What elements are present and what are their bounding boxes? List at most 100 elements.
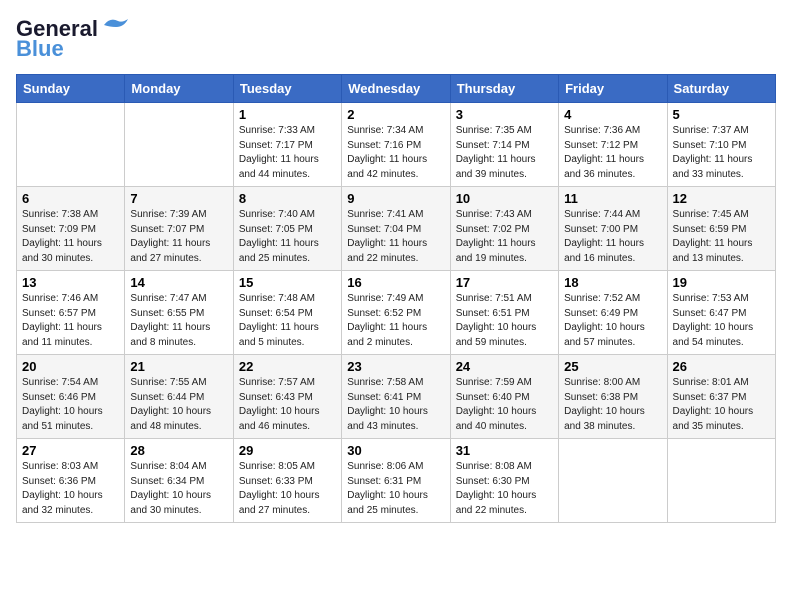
day-info: Sunrise: 8:01 AM Sunset: 6:37 PM Dayligh… (673, 376, 770, 434)
day-info: Sunrise: 7:41 AM Sunset: 7:04 PM Dayligh… (347, 208, 444, 266)
weekday-header: Tuesday (233, 75, 341, 103)
day-number: 11 (564, 191, 661, 206)
calendar-cell: 15 Sunrise: 7:48 AM Sunset: 6:54 PM Dayli… (233, 271, 341, 355)
day-info: Sunrise: 7:57 AM Sunset: 6:43 PM Dayligh… (239, 376, 336, 434)
calendar-cell: 22 Sunrise: 7:57 AM Sunset: 6:43 PM Dayli… (233, 355, 341, 439)
day-info: Sunrise: 7:33 AM Sunset: 7:17 PM Dayligh… (239, 124, 336, 182)
day-info: Sunrise: 8:04 AM Sunset: 6:34 PM Dayligh… (130, 460, 227, 518)
weekday-header: Monday (125, 75, 233, 103)
day-number: 24 (456, 359, 553, 374)
calendar-cell: 24 Sunrise: 7:59 AM Sunset: 6:40 PM Dayli… (450, 355, 558, 439)
calendar-cell: 6 Sunrise: 7:38 AM Sunset: 7:09 PM Daylig… (17, 187, 125, 271)
weekday-header: Sunday (17, 75, 125, 103)
day-info: Sunrise: 7:49 AM Sunset: 6:52 PM Dayligh… (347, 292, 444, 350)
day-number: 22 (239, 359, 336, 374)
calendar-cell: 12 Sunrise: 7:45 AM Sunset: 6:59 PM Dayli… (667, 187, 775, 271)
day-number: 10 (456, 191, 553, 206)
logo: General Blue (16, 16, 128, 62)
day-info: Sunrise: 7:40 AM Sunset: 7:05 PM Dayligh… (239, 208, 336, 266)
day-number: 26 (673, 359, 770, 374)
day-number: 1 (239, 107, 336, 122)
calendar-cell: 21Sunrise: 7:55 AM Sunset: 6:44 PM Dayli… (125, 355, 233, 439)
day-info: Sunrise: 7:52 AM Sunset: 6:49 PM Dayligh… (564, 292, 661, 350)
day-info: Sunrise: 7:59 AM Sunset: 6:40 PM Dayligh… (456, 376, 553, 434)
day-number: 5 (673, 107, 770, 122)
day-number: 20 (22, 359, 119, 374)
calendar-cell: 8 Sunrise: 7:40 AM Sunset: 7:05 PM Daylig… (233, 187, 341, 271)
weekday-header: Wednesday (342, 75, 450, 103)
calendar-cell: 26 Sunrise: 8:01 AM Sunset: 6:37 PM Dayli… (667, 355, 775, 439)
weekday-header: Friday (559, 75, 667, 103)
weekday-header: Thursday (450, 75, 558, 103)
calendar-cell: 1 Sunrise: 7:33 AM Sunset: 7:17 PM Daylig… (233, 103, 341, 187)
day-info: Sunrise: 7:58 AM Sunset: 6:41 PM Dayligh… (347, 376, 444, 434)
day-info: Sunrise: 7:38 AM Sunset: 7:09 PM Dayligh… (22, 208, 119, 266)
calendar-cell: 23Sunrise: 7:58 AM Sunset: 6:41 PM Dayli… (342, 355, 450, 439)
calendar-header-row: SundayMondayTuesdayWednesdayThursdayFrid… (17, 75, 776, 103)
calendar-cell: 3Sunrise: 7:35 AM Sunset: 7:14 PM Daylig… (450, 103, 558, 187)
day-info: Sunrise: 8:05 AM Sunset: 6:33 PM Dayligh… (239, 460, 336, 518)
calendar-week-row: 20 Sunrise: 7:54 AM Sunset: 6:46 PM Dayli… (17, 355, 776, 439)
calendar-cell: 5 Sunrise: 7:37 AM Sunset: 7:10 PM Daylig… (667, 103, 775, 187)
calendar-cell: 29 Sunrise: 8:05 AM Sunset: 6:33 PM Dayli… (233, 439, 341, 523)
day-number: 19 (673, 275, 770, 290)
logo-bird-icon (100, 17, 128, 33)
calendar-cell (559, 439, 667, 523)
calendar-cell: 19 Sunrise: 7:53 AM Sunset: 6:47 PM Dayli… (667, 271, 775, 355)
day-info: Sunrise: 7:43 AM Sunset: 7:02 PM Dayligh… (456, 208, 553, 266)
calendar-week-row: 1 Sunrise: 7:33 AM Sunset: 7:17 PM Daylig… (17, 103, 776, 187)
calendar-cell: 16Sunrise: 7:49 AM Sunset: 6:52 PM Dayli… (342, 271, 450, 355)
day-info: Sunrise: 8:06 AM Sunset: 6:31 PM Dayligh… (347, 460, 444, 518)
day-info: Sunrise: 7:53 AM Sunset: 6:47 PM Dayligh… (673, 292, 770, 350)
calendar-cell: 2 Sunrise: 7:34 AM Sunset: 7:16 PM Daylig… (342, 103, 450, 187)
day-info: Sunrise: 7:36 AM Sunset: 7:12 PM Dayligh… (564, 124, 661, 182)
day-number: 9 (347, 191, 444, 206)
day-info: Sunrise: 7:54 AM Sunset: 6:46 PM Dayligh… (22, 376, 119, 434)
day-number: 6 (22, 191, 119, 206)
day-number: 4 (564, 107, 661, 122)
day-info: Sunrise: 8:08 AM Sunset: 6:30 PM Dayligh… (456, 460, 553, 518)
calendar-cell: 31Sunrise: 8:08 AM Sunset: 6:30 PM Dayli… (450, 439, 558, 523)
day-number: 18 (564, 275, 661, 290)
day-number: 29 (239, 443, 336, 458)
calendar-cell (667, 439, 775, 523)
day-info: Sunrise: 7:51 AM Sunset: 6:51 PM Dayligh… (456, 292, 553, 350)
day-info: Sunrise: 7:37 AM Sunset: 7:10 PM Dayligh… (673, 124, 770, 182)
day-info: Sunrise: 7:39 AM Sunset: 7:07 PM Dayligh… (130, 208, 227, 266)
day-info: Sunrise: 8:03 AM Sunset: 6:36 PM Dayligh… (22, 460, 119, 518)
day-number: 28 (130, 443, 227, 458)
calendar-week-row: 13Sunrise: 7:46 AM Sunset: 6:57 PM Dayli… (17, 271, 776, 355)
calendar-cell: 20 Sunrise: 7:54 AM Sunset: 6:46 PM Dayli… (17, 355, 125, 439)
day-number: 15 (239, 275, 336, 290)
day-number: 14 (130, 275, 227, 290)
day-number: 13 (22, 275, 119, 290)
page-header: General Blue (16, 16, 776, 62)
weekday-header: Saturday (667, 75, 775, 103)
day-info: Sunrise: 7:48 AM Sunset: 6:54 PM Dayligh… (239, 292, 336, 350)
day-info: Sunrise: 7:45 AM Sunset: 6:59 PM Dayligh… (673, 208, 770, 266)
calendar-week-row: 27 Sunrise: 8:03 AM Sunset: 6:36 PM Dayli… (17, 439, 776, 523)
day-number: 2 (347, 107, 444, 122)
day-number: 12 (673, 191, 770, 206)
day-info: Sunrise: 7:34 AM Sunset: 7:16 PM Dayligh… (347, 124, 444, 182)
calendar-cell: 7 Sunrise: 7:39 AM Sunset: 7:07 PM Daylig… (125, 187, 233, 271)
calendar-cell: 28 Sunrise: 8:04 AM Sunset: 6:34 PM Dayli… (125, 439, 233, 523)
calendar-cell: 30Sunrise: 8:06 AM Sunset: 6:31 PM Dayli… (342, 439, 450, 523)
day-number: 8 (239, 191, 336, 206)
calendar-cell: 18 Sunrise: 7:52 AM Sunset: 6:49 PM Dayli… (559, 271, 667, 355)
calendar-body: 1 Sunrise: 7:33 AM Sunset: 7:17 PM Daylig… (17, 103, 776, 523)
day-info: Sunrise: 8:00 AM Sunset: 6:38 PM Dayligh… (564, 376, 661, 434)
calendar-cell (125, 103, 233, 187)
calendar-cell: 13Sunrise: 7:46 AM Sunset: 6:57 PM Dayli… (17, 271, 125, 355)
calendar-cell: 27 Sunrise: 8:03 AM Sunset: 6:36 PM Dayli… (17, 439, 125, 523)
day-number: 27 (22, 443, 119, 458)
calendar-cell: 14 Sunrise: 7:47 AM Sunset: 6:55 PM Dayli… (125, 271, 233, 355)
day-number: 7 (130, 191, 227, 206)
calendar-week-row: 6 Sunrise: 7:38 AM Sunset: 7:09 PM Daylig… (17, 187, 776, 271)
calendar-table: SundayMondayTuesdayWednesdayThursdayFrid… (16, 74, 776, 523)
logo-blue: Blue (16, 36, 64, 62)
day-info: Sunrise: 7:47 AM Sunset: 6:55 PM Dayligh… (130, 292, 227, 350)
day-number: 21 (130, 359, 227, 374)
calendar-cell: 11 Sunrise: 7:44 AM Sunset: 7:00 PM Dayli… (559, 187, 667, 271)
day-info: Sunrise: 7:44 AM Sunset: 7:00 PM Dayligh… (564, 208, 661, 266)
